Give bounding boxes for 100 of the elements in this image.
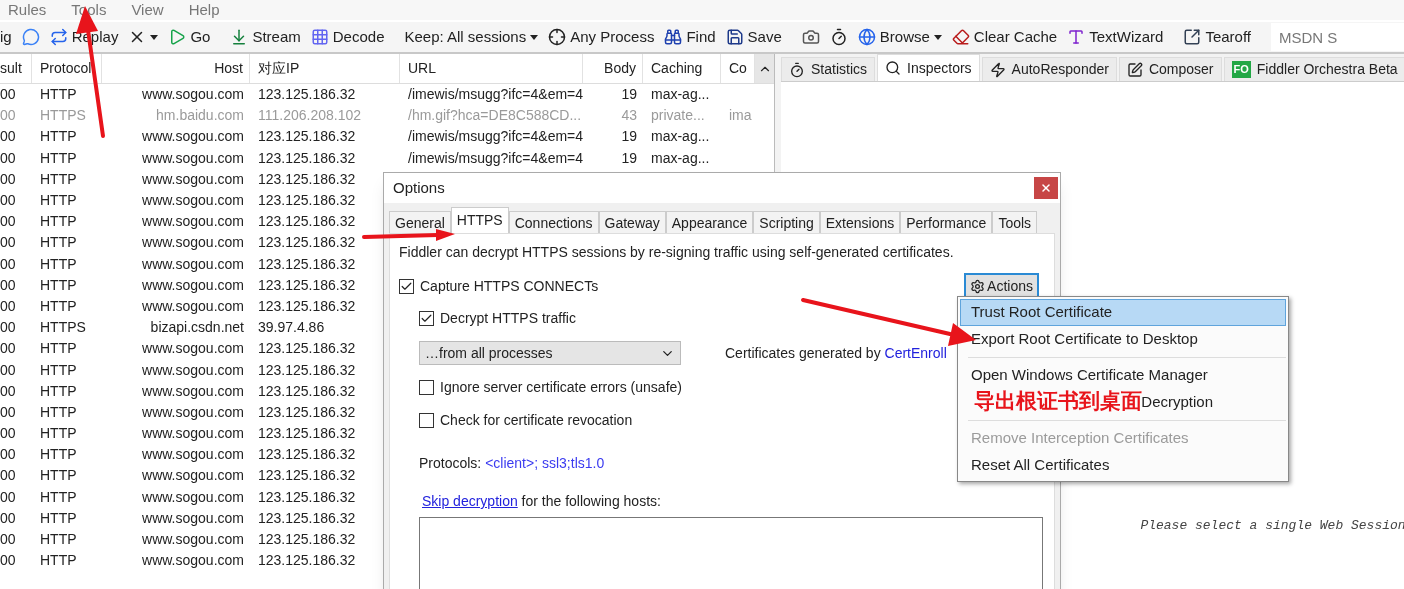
checkbox[interactable] — [419, 413, 434, 428]
search-field[interactable]: MSDN S — [1271, 23, 1404, 51]
table-cell: www.sogou.com — [142, 403, 244, 420]
menu-item[interactable]: Rules — [8, 0, 47, 22]
toolbar-button[interactable]: ig — [0, 25, 12, 49]
table-cell: www.sogou.com — [142, 297, 244, 314]
decode-icon — [310, 28, 329, 46]
toolbar-button[interactable]: Keep: All sessions — [404, 25, 539, 49]
toolbar-button[interactable]: Save — [725, 25, 782, 49]
toolbar-button[interactable]: Stream — [230, 25, 301, 49]
checkbox[interactable] — [419, 311, 434, 326]
tab[interactable]: Composer — [1118, 57, 1222, 81]
menu-item[interactable]: Reset All Certificates — [960, 452, 1286, 479]
table-cell: 00 — [0, 425, 16, 442]
table-cell: 00 — [0, 192, 16, 209]
table-cell: 123.125.186.32 — [258, 276, 356, 293]
table-cell: /imewis/msugg?ifc=4&em=4 — [408, 128, 583, 145]
table-cell: 123.125.186.32 — [258, 234, 356, 251]
tab[interactable]: Gateway — [598, 211, 666, 233]
table-cell: 00 — [0, 107, 16, 124]
toolbar-button[interactable]: Browse — [857, 25, 942, 49]
column-header[interactable]: Protocol — [40, 58, 92, 79]
close-icon — [1040, 182, 1052, 194]
column-header[interactable]: Caching — [651, 58, 703, 79]
column-header[interactable]: Co — [729, 58, 747, 79]
column-header[interactable]: URL — [408, 58, 436, 79]
table-cell: 123.125.186.32 — [258, 425, 356, 442]
tab[interactable]: Scripting — [753, 211, 820, 233]
table-cell: www.sogou.com — [142, 86, 244, 103]
toolbar-button[interactable]: Decode — [310, 25, 385, 49]
close-button[interactable] — [1034, 177, 1058, 199]
table-cell: max-ag... — [651, 86, 710, 103]
table-cell: HTTP — [40, 276, 77, 293]
table-cell: 00 — [0, 170, 16, 187]
tab[interactable]: AutoResponder — [981, 57, 1117, 81]
table-cell: HTTP — [40, 170, 77, 187]
menu-item[interactable]: Trust Root Certificate — [960, 299, 1286, 326]
menu-item[interactable]: Decryption — [1141, 391, 1213, 414]
table-cell: www.sogou.com — [142, 425, 244, 442]
timer-icon — [829, 28, 848, 46]
toolbar-button[interactable]: Clear Cache — [951, 25, 1058, 49]
magnifier-icon — [885, 60, 901, 76]
certificate-note: Certificates generated by — [725, 344, 882, 361]
toolbar-button[interactable]: Any Process — [548, 25, 655, 49]
checkbox-label: Capture HTTPS CONNECTs — [420, 277, 599, 296]
dialog-title: Options — [393, 177, 445, 198]
table-cell: HTTP — [40, 149, 77, 166]
annotation-text: 导出根证书到桌面 — [974, 388, 1142, 414]
certenroll-link[interactable]: CertEnroll — [884, 344, 947, 361]
table-cell: HTTP — [40, 86, 77, 103]
table-cell: www.sogou.com — [142, 149, 244, 166]
table-cell: 19 — [621, 128, 637, 145]
checkbox[interactable] — [419, 380, 434, 395]
tab[interactable]: FO Fiddler Orchestra Beta — [1223, 57, 1404, 81]
replay-icon — [49, 28, 68, 46]
column-header[interactable]: Body — [604, 58, 636, 79]
table-cell: www.sogou.com — [142, 531, 244, 548]
table-cell: HTTP — [40, 403, 77, 420]
tab[interactable]: Tools — [992, 211, 1038, 233]
tab[interactable]: Performance — [900, 211, 993, 233]
menu-item[interactable]: Export Root Certificate to Desktop — [960, 326, 1286, 353]
table-cell: HTTP — [40, 467, 77, 484]
menu-item[interactable]: Open Windows Certificate Manager — [960, 362, 1286, 389]
eraser-icon — [951, 28, 970, 46]
tab[interactable]: General — [389, 211, 451, 233]
checkbox[interactable] — [399, 279, 414, 294]
column-header[interactable]: sult — [0, 58, 22, 79]
toolbar-button[interactable] — [801, 28, 820, 46]
table-cell: 123.125.186.32 — [258, 149, 356, 166]
toolbar-button[interactable] — [829, 28, 848, 46]
checkbox-label: Decrypt HTTPS traffic — [440, 309, 576, 328]
hosts-label: for the following hosts: — [521, 493, 661, 509]
table-cell: HTTP — [40, 192, 77, 209]
table-cell: hm.baidu.com — [156, 107, 244, 124]
tab[interactable]: Statistics — [781, 57, 875, 81]
protocols-link[interactable]: <client>; ssl3;tls1.0 — [485, 455, 605, 471]
crosshair-icon — [548, 28, 567, 46]
toolbar-button[interactable]: Tearoff — [1183, 25, 1251, 49]
table-cell: 123.125.186.32 — [258, 170, 356, 187]
tab[interactable]: Appearance — [665, 211, 754, 233]
toolbar-button[interactable]: TextWizard — [1067, 25, 1164, 49]
column-header[interactable]: Host — [214, 58, 243, 79]
table-cell: max-ag... — [651, 149, 710, 166]
tab[interactable]: Extensions — [819, 211, 901, 233]
tab[interactable]: Connections — [508, 211, 599, 233]
tearoff-icon — [1183, 28, 1202, 46]
hosts-field[interactable] — [419, 517, 1043, 589]
toolbar-button[interactable]: Find — [664, 25, 716, 49]
toolbar-button[interactable]: Go — [168, 25, 211, 49]
table-cell: 00 — [0, 213, 16, 230]
process-select[interactable]: …from all processes — [419, 341, 681, 365]
menu-item[interactable]: View — [131, 0, 164, 22]
tab[interactable]: Inspectors — [877, 54, 980, 81]
globe-icon — [857, 28, 876, 46]
column-header[interactable]: 对应IP — [258, 58, 300, 79]
menu-item[interactable]: Help — [188, 0, 220, 22]
table-cell: www.sogou.com — [142, 192, 244, 209]
table-cell: HTTP — [40, 297, 77, 314]
skip-decryption-link[interactable]: Skip decryption — [422, 493, 518, 509]
tab[interactable]: HTTPS — [450, 207, 509, 233]
